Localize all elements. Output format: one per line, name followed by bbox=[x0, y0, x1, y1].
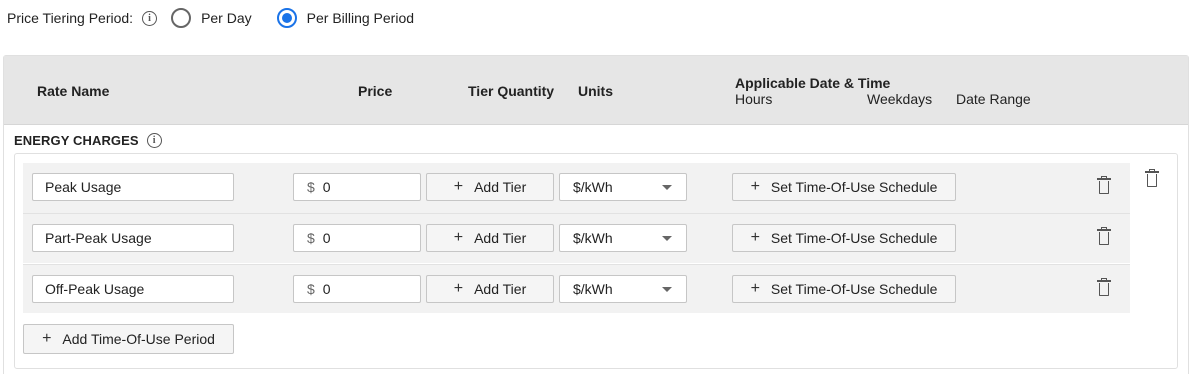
rate-name-input[interactable]: Part-Peak Usage bbox=[32, 224, 234, 252]
add-tier-button[interactable]: + Add Tier bbox=[426, 275, 554, 303]
caret-down-icon bbox=[662, 185, 672, 190]
header-rate-name: Rate Name bbox=[37, 83, 110, 99]
header-date-range: Date Range bbox=[956, 91, 1031, 107]
rate-row: Part-Peak Usage $ 0 + Add Tier $/kWh + S… bbox=[23, 213, 1130, 263]
delete-row-button[interactable] bbox=[1097, 227, 1113, 248]
rate-name-input[interactable]: Off-Peak Usage bbox=[32, 275, 234, 303]
header-tier-quantity: Tier Quantity bbox=[468, 83, 555, 99]
header-hours: Hours bbox=[735, 91, 773, 107]
price-tiering-period: Price Tiering Period: i Per Day Per Bill… bbox=[7, 8, 414, 28]
trash-icon[interactable] bbox=[1097, 278, 1111, 297]
currency-symbol: $ bbox=[307, 230, 315, 246]
price-tiering-label: Price Tiering Period: bbox=[7, 10, 134, 26]
plus-icon: + bbox=[453, 280, 464, 297]
section-title: ENERGY CHARGES bbox=[14, 133, 139, 148]
radio-selected-icon[interactable] bbox=[276, 8, 297, 28]
header-price: Price bbox=[358, 83, 393, 99]
units-value: $/kWh bbox=[573, 179, 613, 195]
delete-row-button[interactable] bbox=[1097, 176, 1113, 197]
caret-down-icon bbox=[662, 236, 672, 241]
price-input[interactable]: $ 0 bbox=[293, 275, 421, 303]
section-energy-charges: ENERGY CHARGES i bbox=[14, 133, 162, 148]
price-value[interactable]: 0 bbox=[323, 179, 331, 195]
radio-per-day-label[interactable]: Per Day bbox=[201, 10, 252, 26]
price-input[interactable]: $ 0 bbox=[293, 173, 421, 201]
table-header: Rate Name Price Tier Quantity Units Appl… bbox=[4, 56, 1188, 125]
set-tou-schedule-label: Set Time-Of-Use Schedule bbox=[770, 179, 938, 195]
header-weekdays: Weekdays bbox=[867, 91, 933, 107]
currency-symbol: $ bbox=[307, 179, 315, 195]
price-value[interactable]: 0 bbox=[323, 281, 331, 297]
radio-per-billing-period-label[interactable]: Per Billing Period bbox=[307, 10, 414, 26]
plus-icon: + bbox=[750, 280, 760, 297]
units-value: $/kWh bbox=[573, 281, 613, 297]
info-icon[interactable]: i bbox=[142, 10, 158, 26]
add-tier-button[interactable]: + Add Tier bbox=[426, 173, 554, 201]
header-applicable-date-time: Applicable Date & Time bbox=[735, 75, 891, 91]
add-tier-label: Add Tier bbox=[474, 281, 527, 297]
units-select[interactable]: $/kWh bbox=[559, 224, 687, 252]
header-units: Units bbox=[578, 83, 613, 99]
add-tier-label: Add Tier bbox=[474, 179, 527, 195]
trash-icon[interactable] bbox=[1097, 176, 1111, 195]
set-tou-schedule-button[interactable]: + Set Time-Of-Use Schedule bbox=[732, 173, 956, 201]
delete-row-button[interactable] bbox=[1097, 278, 1113, 299]
units-value: $/kWh bbox=[573, 230, 613, 246]
plus-icon: + bbox=[453, 229, 464, 246]
add-tier-label: Add Tier bbox=[474, 230, 527, 246]
currency-symbol: $ bbox=[307, 281, 315, 297]
set-tou-schedule-button[interactable]: + Set Time-Of-Use Schedule bbox=[732, 224, 956, 252]
set-tou-schedule-label: Set Time-Of-Use Schedule bbox=[770, 281, 938, 297]
caret-down-icon bbox=[662, 287, 672, 292]
units-select[interactable]: $/kWh bbox=[559, 173, 687, 201]
add-tou-period-label: Add Time-Of-Use Period bbox=[62, 331, 215, 347]
plus-icon: + bbox=[453, 178, 464, 195]
plus-icon: + bbox=[750, 229, 760, 246]
price-value[interactable]: 0 bbox=[323, 230, 331, 246]
info-icon[interactable]: i bbox=[146, 133, 162, 148]
rate-row: Peak Usage $ 0 + Add Tier $/kWh + Set Ti… bbox=[23, 163, 1130, 213]
rate-row: Off-Peak Usage $ 0 + Add Tier $/kWh + Se… bbox=[23, 264, 1130, 313]
add-tou-period-button[interactable]: + Add Time-Of-Use Period bbox=[23, 324, 234, 354]
set-tou-schedule-button[interactable]: + Set Time-Of-Use Schedule bbox=[732, 275, 956, 303]
plus-icon: + bbox=[750, 178, 760, 195]
radio-per-billing-period[interactable]: Per Billing Period bbox=[276, 8, 414, 28]
price-input[interactable]: $ 0 bbox=[293, 224, 421, 252]
plus-icon: + bbox=[42, 330, 52, 347]
rate-name-input[interactable]: Peak Usage bbox=[32, 173, 234, 201]
radio-per-day[interactable]: Per Day bbox=[171, 8, 252, 28]
radio-circle-icon[interactable] bbox=[171, 8, 192, 28]
units-select[interactable]: $/kWh bbox=[559, 275, 687, 303]
add-tier-button[interactable]: + Add Tier bbox=[426, 224, 554, 252]
trash-icon[interactable] bbox=[1097, 227, 1111, 246]
set-tou-schedule-label: Set Time-Of-Use Schedule bbox=[770, 230, 938, 246]
